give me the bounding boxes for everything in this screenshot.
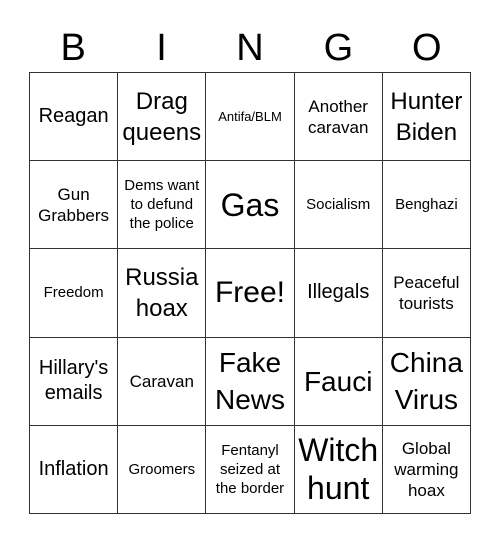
bingo-cell[interactable]: Fake News [206, 337, 295, 426]
cell-label: Benghazi [395, 196, 458, 214]
cell-label: Dems want to defund the police [124, 177, 200, 233]
bingo-cell[interactable]: Hunter Biden [382, 73, 471, 162]
bingo-cell[interactable]: Another caravan [294, 73, 383, 162]
bingo-cell[interactable]: Witch hunt [294, 425, 383, 514]
cell-label: Fake News [214, 347, 285, 416]
bingo-cell[interactable]: Antifa/BLM [206, 73, 295, 162]
header-letter-b: B [60, 27, 86, 69]
cell-label: Groomers [128, 460, 196, 478]
cell-label: Caravan [129, 371, 194, 391]
bingo-board: Reagan Drag queens Antifa/BLM Another ca… [29, 72, 471, 514]
bingo-cell[interactable]: Gas [206, 161, 295, 250]
bingo-cell[interactable]: Global warming hoax [382, 425, 471, 514]
bingo-cell[interactable]: Hillary's emails [30, 337, 119, 426]
bingo-cell[interactable]: Benghazi [382, 161, 471, 250]
bingo-cell[interactable]: Freedom [30, 249, 119, 338]
bingo-cell[interactable]: Reagan [30, 73, 119, 162]
bingo-cell[interactable]: Russia hoax [118, 249, 207, 338]
cell-label: Gas [220, 186, 280, 223]
header-letter-g: G [323, 27, 354, 69]
bingo-cell[interactable]: Caravan [118, 337, 207, 426]
bingo-cell[interactable]: Gun Grabbers [30, 161, 119, 250]
bingo-header: B I N G O [29, 24, 471, 72]
header-letter-n: N [236, 27, 264, 69]
bingo-cell-free[interactable]: Free! [206, 249, 295, 338]
cell-label: Freedom [43, 284, 104, 302]
bingo-cell[interactable]: Drag queens [118, 73, 207, 162]
bingo-cell[interactable]: Fentanyl seized at the border [206, 425, 295, 514]
cell-label: Antifa/BLM [218, 109, 282, 125]
cell-label: Fauci [303, 365, 373, 397]
cell-label: Hunter Biden [390, 87, 463, 146]
bingo-cell[interactable]: Peaceful tourists [382, 249, 471, 338]
bingo-cell[interactable]: Illegals [294, 249, 383, 338]
cell-label: China Virus [389, 347, 463, 416]
bingo-cell[interactable]: Groomers [118, 425, 207, 514]
cell-label: Hillary's emails [38, 357, 109, 405]
cell-label: Inflation [38, 457, 109, 480]
cell-label: Free! [214, 275, 285, 309]
bingo-cell[interactable]: Inflation [30, 425, 119, 514]
bingo-cell[interactable]: Fauci [294, 337, 383, 426]
cell-label: Drag queens [122, 87, 202, 146]
cell-label: Illegals [307, 281, 370, 304]
cell-label: Global warming hoax [394, 438, 459, 500]
cell-label: Another caravan [307, 96, 369, 137]
bingo-cell[interactable]: Socialism [294, 161, 383, 250]
cell-label: Fentanyl seized at the border [215, 441, 285, 497]
cell-label: Gun Grabbers [38, 184, 110, 225]
header-letter-o: O [411, 27, 442, 69]
cell-label: Peaceful tourists [393, 272, 460, 313]
cell-label: Socialism [306, 196, 371, 214]
cell-label: Reagan [38, 105, 109, 128]
bingo-cell[interactable]: Dems want to defund the police [118, 161, 207, 250]
cell-label: Russia hoax [125, 263, 199, 322]
bingo-cell[interactable]: China Virus [382, 337, 471, 426]
cell-label: Witch hunt [298, 432, 379, 507]
header-letter-i: I [156, 27, 167, 69]
